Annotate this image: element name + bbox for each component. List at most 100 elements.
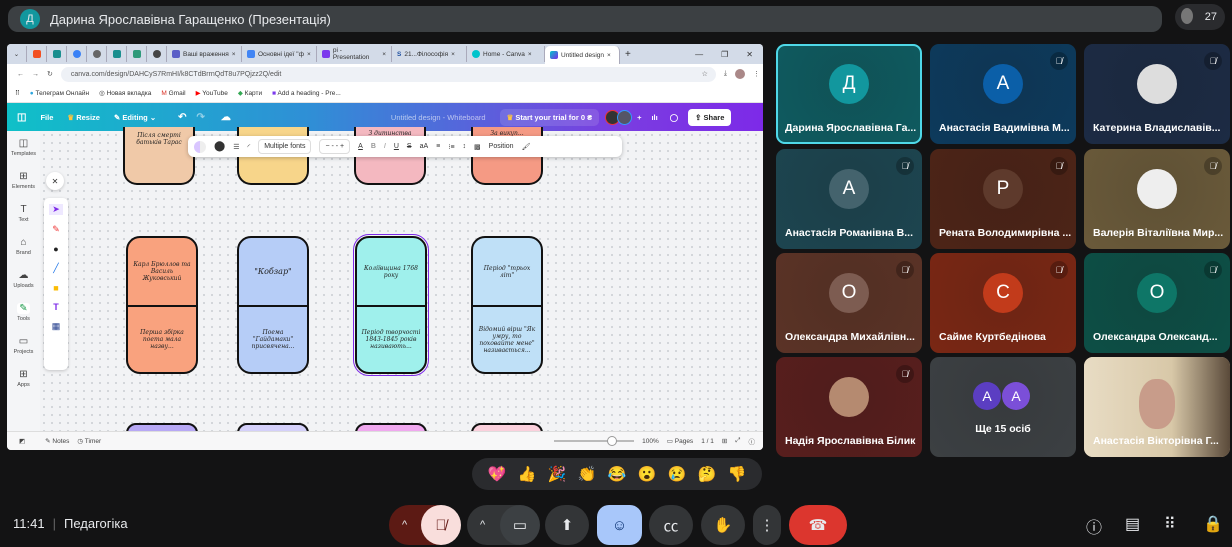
border-style-icon[interactable]: ⬤ <box>214 141 225 152</box>
undo-icon[interactable]: ↶ <box>178 112 186 123</box>
browser-tab[interactable]: S 21...Філософія × <box>392 46 467 62</box>
position-button[interactable]: Position <box>489 143 514 150</box>
add-collaborator-icon[interactable]: + <box>637 113 641 122</box>
sidebar-item-apps[interactable]: ⊞ Apps <box>7 362 40 395</box>
close-tools-button[interactable]: ✕ <box>46 172 64 190</box>
font-dropdown[interactable]: Multiple fonts <box>258 139 312 154</box>
pages-button[interactable]: ▭ Pages <box>667 437 693 445</box>
sidebar-item-uploads[interactable]: ☁ Uploads <box>7 263 40 296</box>
start-trial-button[interactable]: ♛ Start your trial for 0 ₴ <box>499 108 600 126</box>
participant-tile[interactable]: Надія Ярославівна Білик 🎙̸ <box>776 357 922 457</box>
whiteboard-canvas[interactable]: Після смерті батьків Тарас ...служив... … <box>40 127 763 443</box>
reactions-button[interactable]: ☺ <box>597 505 642 545</box>
list-icon[interactable]: ⁝≡ <box>448 143 454 151</box>
underline-icon[interactable]: U <box>394 143 399 150</box>
browser-tab-active[interactable]: Untitled design × <box>545 46 620 64</box>
participant-tile[interactable]: О Олександра Михайлівн... 🎙̸ <box>776 253 922 353</box>
bookmark-star-icon[interactable]: ☆ <box>702 70 716 78</box>
reaction-emoji-button[interactable]: 👎 <box>728 465 747 483</box>
minimize-button[interactable]: — <box>695 50 703 59</box>
pen-tool-icon[interactable]: ✎ <box>52 224 60 235</box>
bookmark[interactable]: M Gmail <box>161 90 185 97</box>
file-menu[interactable]: File <box>40 113 53 122</box>
pinned-tab[interactable] <box>147 46 167 62</box>
participant-tile[interactable]: А Анастасія Романівна В... 🎙̸ <box>776 149 922 249</box>
table-tool-icon[interactable]: ▦ <box>52 321 61 332</box>
pinned-tab[interactable] <box>87 46 107 62</box>
activities-icon[interactable]: ⠿ <box>1164 514 1176 534</box>
resize-button[interactable]: ♛ Resize <box>67 113 100 122</box>
card[interactable]: Період "трьох літ" Відомий вірш "Як умру,… <box>471 236 543 374</box>
redo-icon[interactable]: ↷ <box>197 112 205 123</box>
align-icon[interactable]: ≡ <box>436 143 440 150</box>
analytics-icon[interactable]: ılı <box>651 113 657 122</box>
reaction-emoji-button[interactable]: 👍 <box>518 465 537 483</box>
bookmark[interactable]: ◆ Карти <box>238 89 262 97</box>
hide-ui-icon[interactable]: ◩ <box>19 437 25 445</box>
text-color-icon[interactable]: A <box>358 143 363 150</box>
spacing-icon[interactable]: ↕ <box>463 143 467 150</box>
copy-style-icon[interactable]: 🖌 <box>522 143 531 151</box>
color-picker[interactable] <box>194 140 206 153</box>
sidebar-item-brand[interactable]: ⌂ Brand <box>7 230 40 263</box>
browser-tab[interactable]: Home - Canva × <box>467 46 545 62</box>
sticky-note-icon[interactable]: ■ <box>53 283 58 293</box>
bold-icon[interactable]: B <box>371 143 376 150</box>
grid-view-icon[interactable]: ⊞ <box>722 437 727 445</box>
card-selected[interactable]: Коліївщина 1768 року Період творчості 184… <box>353 234 429 376</box>
reaction-emoji-button[interactable]: 😮 <box>638 465 657 483</box>
sidebar-item-projects[interactable]: ▭ Projects <box>7 329 40 362</box>
reaction-emoji-button[interactable]: 😢 <box>668 465 687 483</box>
camera-button[interactable]: ▭ <box>500 505 540 545</box>
microphone-muted-button[interactable]: 🎙̸ <box>421 505 461 545</box>
line-tool-icon[interactable]: ╱ <box>53 263 58 274</box>
captions-button[interactable]: ㏄ <box>649 505 693 545</box>
text-tool-icon[interactable]: T <box>53 302 59 312</box>
document-title[interactable]: Untitled design - Whiteboard <box>391 113 486 122</box>
bookmark[interactable]: ● Телеграм Онлайн <box>30 90 89 97</box>
menu-icon[interactable]: ⋮ <box>753 70 760 78</box>
participant-tile[interactable]: О Олександра Олександ... 🎙̸ <box>1084 253 1230 353</box>
new-tab-button[interactable]: + <box>620 46 636 62</box>
close-window-button[interactable]: ✕ <box>746 50 753 59</box>
reaction-emoji-button[interactable]: 👏 <box>578 465 597 483</box>
participant-tile[interactable]: Д Дарина Ярославівна Га... <box>776 44 922 144</box>
card[interactable]: Після смерті батьків Тарас <box>123 127 195 185</box>
reaction-emoji-button[interactable]: 🎉 <box>548 465 567 483</box>
case-icon[interactable]: aA <box>420 143 429 150</box>
back-icon[interactable]: ← <box>17 71 24 78</box>
shapes-tool-icon[interactable]: ● <box>53 244 58 254</box>
participant-tile[interactable]: А А Ще 15 осіб <box>930 357 1076 457</box>
pinned-tab[interactable] <box>127 46 147 62</box>
present-screen-button[interactable]: ⬆ <box>545 505 589 545</box>
reaction-emoji-button[interactable]: 🤔 <box>698 465 717 483</box>
bookmark[interactable]: ■ Add a heading - Pre... <box>272 90 341 97</box>
browser-tab[interactable]: рі - Presentation × <box>317 46 392 62</box>
reload-icon[interactable]: ↻ <box>47 70 53 78</box>
meeting-details-icon[interactable]: ⓘ <box>1086 514 1102 538</box>
pinned-tab[interactable] <box>67 46 87 62</box>
participant-tile[interactable]: Р Рената Володимирівна ... 🎙̸ <box>930 149 1076 249</box>
sidebar-item-text[interactable]: T Text <box>7 197 40 230</box>
border-weight-icon[interactable]: ☰ <box>233 143 239 151</box>
share-button[interactable]: ⇪ Share <box>688 108 732 126</box>
corner-rounding-icon[interactable]: ◜ <box>247 143 250 151</box>
participant-tile[interactable]: Анастасія Вікторівна Г... <box>1084 357 1230 457</box>
cloud-save-icon[interactable]: ☁ <box>221 112 231 123</box>
participant-tile[interactable]: С Сайме Куртбедінова 🎙̸ <box>930 253 1076 353</box>
help-icon[interactable]: ⓘ <box>749 436 764 446</box>
select-tool-icon[interactable]: ➤ <box>49 204 63 215</box>
fullscreen-icon[interactable]: ⤢ <box>735 437 740 445</box>
sidebar-item-elements[interactable]: ⊞ Elements <box>7 164 40 197</box>
pinned-tab[interactable] <box>27 46 47 62</box>
sidebar-item-tools[interactable]: ✎ Tools <box>7 296 40 329</box>
notes-button[interactable]: ✎ Notes <box>45 437 69 445</box>
card[interactable]: "Кобзар" Поема "Гайдамаки" присвячена... <box>237 236 309 374</box>
apps-icon[interactable]: ⠿ <box>15 89 20 97</box>
font-size-stepper[interactable]: − - - + <box>319 139 351 154</box>
browser-tab[interactable]: Ваші враження × <box>167 46 242 62</box>
raise-hand-button[interactable]: ✋ <box>701 505 745 545</box>
tab-search-button[interactable]: ⌄ <box>7 46 27 62</box>
sidebar-item-templates[interactable]: ◫ Templates <box>7 131 40 164</box>
bookmark[interactable]: ◎ Новая вкладка <box>99 89 151 97</box>
